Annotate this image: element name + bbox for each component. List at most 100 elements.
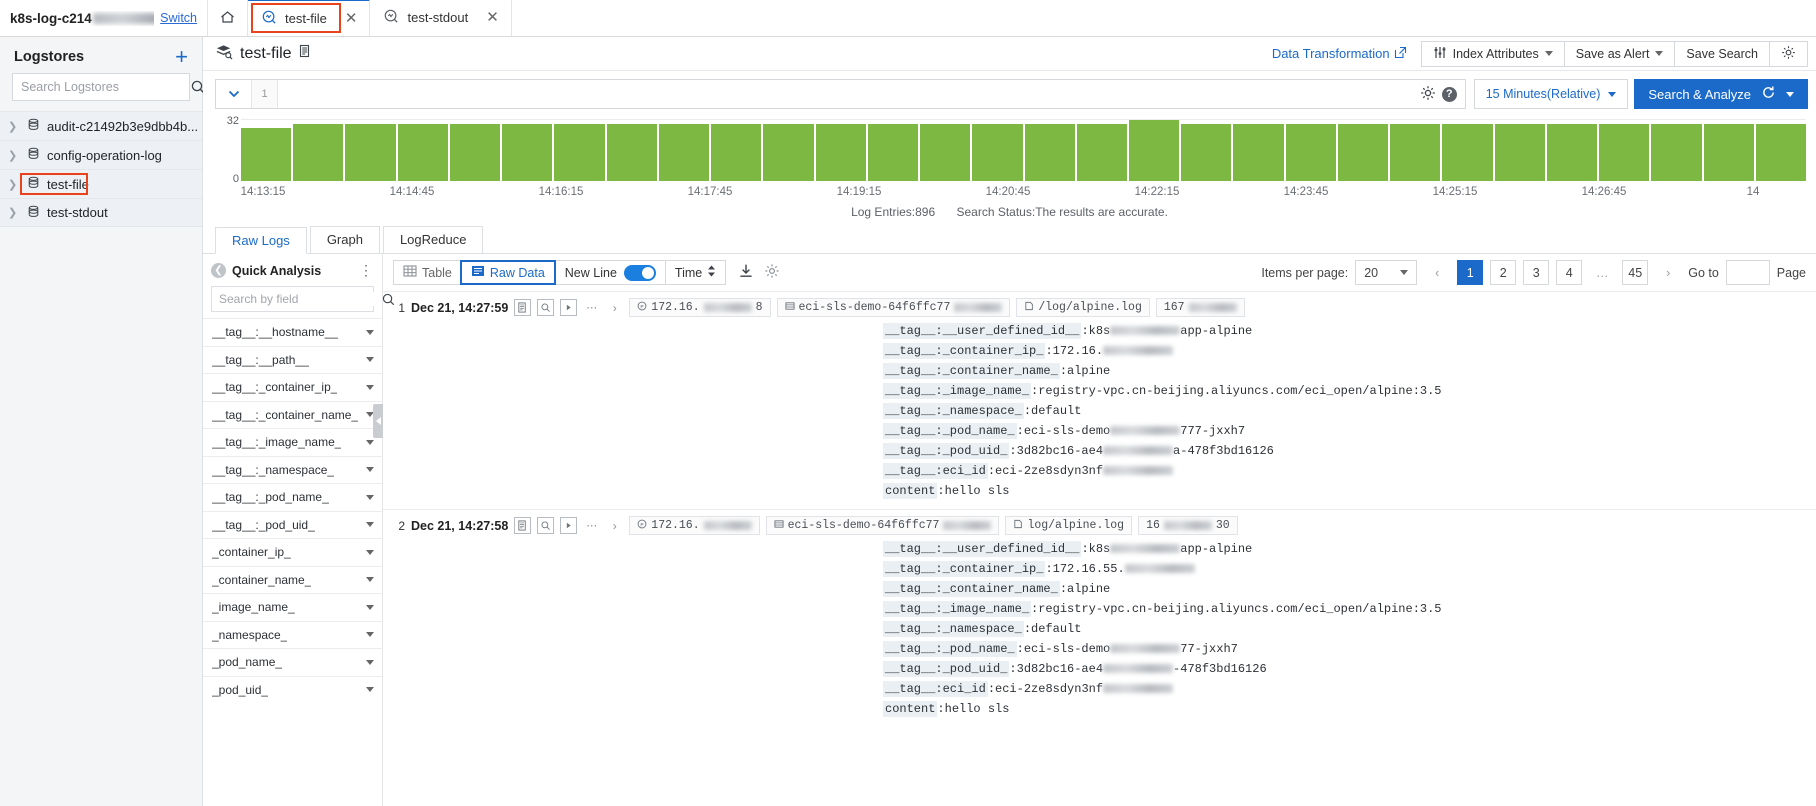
log-field-key[interactable]: content	[883, 700, 938, 717]
log-field-key[interactable]: __tag__:__user_defined_id__	[883, 322, 1082, 339]
query-input-area[interactable]	[278, 80, 1412, 108]
project-selector[interactable]: k8s-log-c214... Switch	[0, 0, 208, 36]
field-row[interactable]: __tag__:__path__	[203, 345, 382, 374]
chevron-right-icon[interactable]: ›	[606, 517, 624, 534]
save-search-button[interactable]: Save Search	[1675, 41, 1770, 66]
gear-icon[interactable]	[1420, 85, 1436, 104]
field-row[interactable]: __tag__:_container_name_	[203, 400, 382, 429]
bar-29[interactable]	[1755, 123, 1807, 181]
field-row[interactable]: _container_ip_	[203, 538, 382, 566]
query-expand-button[interactable]	[216, 80, 252, 108]
bar-27[interactable]	[1651, 123, 1702, 181]
items-per-page-select[interactable]: 20	[1355, 260, 1418, 285]
sidebar-item-audit[interactable]: ❯ audit-c21492b3e9dbb4b...	[0, 111, 202, 140]
refresh-icon[interactable]	[1761, 85, 1776, 103]
tab-test-file[interactable]: test-file ✕	[248, 0, 371, 36]
chevron-down-icon[interactable]	[366, 632, 374, 638]
search-icon[interactable]	[537, 299, 555, 316]
log-field-key[interactable]: __tag__:_pod_name_	[883, 640, 1017, 657]
bar-10[interactable]	[763, 123, 814, 181]
chevron-down-icon[interactable]	[366, 549, 374, 555]
log-entry-row[interactable]: 2 Dec 21, 14:27:58 ⋯ › P 172.16. eci-sls-demo-…	[383, 509, 1816, 727]
page-button-4[interactable]: 4	[1556, 260, 1583, 285]
field-row[interactable]: _container_name_	[203, 565, 382, 594]
search-by-field-input[interactable]	[212, 292, 381, 306]
bar-21[interactable]	[1337, 123, 1389, 181]
chevron-down-icon[interactable]	[1786, 91, 1794, 97]
bar-28[interactable]	[1703, 123, 1754, 181]
bar-7[interactable]	[606, 123, 657, 181]
chevron-right-icon[interactable]: ›	[606, 299, 624, 316]
bar-19[interactable]	[1233, 123, 1284, 181]
prev-page-button[interactable]: ‹	[1424, 260, 1451, 285]
data-transformation-link[interactable]: Data Transformation	[1272, 46, 1407, 62]
field-row[interactable]: __tag__:__hostname__	[203, 318, 382, 346]
chevron-down-icon[interactable]	[366, 577, 374, 583]
index-attributes-button[interactable]: Index Attributes	[1422, 41, 1565, 66]
bar-2[interactable]	[345, 123, 396, 181]
log-tag-pill[interactable]: log/alpine.log	[1005, 516, 1133, 535]
search-logstores-input[interactable]	[13, 74, 190, 100]
bar-6[interactable]	[554, 123, 605, 181]
home-button[interactable]	[208, 0, 248, 36]
copy-icon[interactable]	[514, 299, 532, 316]
bars-container[interactable]	[241, 119, 1807, 181]
chevron-down-icon[interactable]	[366, 357, 374, 363]
bar-18[interactable]	[1181, 123, 1232, 181]
table-view-button[interactable]: Table	[394, 261, 461, 284]
bar-24[interactable]	[1494, 123, 1545, 181]
chevron-down-icon[interactable]	[366, 467, 374, 473]
log-tag-pill[interactable]: P 172.16.	[629, 516, 760, 535]
log-field-key[interactable]: __tag__:_image_name_	[883, 600, 1032, 617]
search-icon[interactable]	[381, 286, 396, 312]
log-field-key[interactable]: __tag__:_container_ip_	[883, 342, 1046, 359]
bar-22[interactable]	[1390, 123, 1441, 181]
log-field-key[interactable]: content	[883, 482, 938, 499]
field-row[interactable]: __tag__:_container_ip_	[203, 373, 382, 401]
field-search[interactable]	[211, 286, 395, 312]
field-row[interactable]: _pod_uid_	[203, 675, 382, 704]
log-field-key[interactable]: __tag__:_container_name_	[883, 580, 1060, 597]
time-range-selector[interactable]: 15 Minutes(Relative)	[1473, 79, 1629, 109]
page-button-1[interactable]: 1	[1457, 260, 1484, 285]
bar-1[interactable]	[293, 123, 344, 181]
bar-17[interactable]	[1128, 120, 1180, 181]
play-icon[interactable]	[560, 517, 578, 534]
bar-5[interactable]	[502, 123, 553, 181]
bar-12[interactable]	[867, 123, 919, 181]
search-icon[interactable]	[537, 517, 555, 534]
raw-data-view-button[interactable]: Raw Data	[459, 260, 556, 285]
log-field-key[interactable]: __tag__:eci_id	[883, 680, 988, 697]
close-icon[interactable]: ✕	[345, 11, 358, 26]
chevron-down-icon[interactable]	[366, 522, 374, 528]
field-row[interactable]: __tag__:_pod_uid_	[203, 510, 382, 539]
tab-logreduce[interactable]: LogReduce	[382, 226, 484, 253]
chevron-down-icon[interactable]	[366, 384, 374, 390]
copy-icon[interactable]	[514, 517, 532, 534]
settings-button[interactable]	[1770, 42, 1807, 66]
chevron-down-icon[interactable]	[366, 439, 374, 445]
bar-15[interactable]	[1024, 123, 1075, 181]
log-field-key[interactable]: __tag__:_image_name_	[883, 382, 1032, 399]
bar-23[interactable]	[1442, 123, 1493, 181]
sidebar-item-config-operation-log[interactable]: ❯ config-operation-log	[0, 140, 202, 169]
gear-icon[interactable]	[764, 263, 780, 282]
save-as-alert-button[interactable]: Save as Alert	[1565, 41, 1676, 66]
log-list[interactable]: 1 Dec 21, 14:27:59 ⋯ › P 172.16. 8 eci-sls-demo…	[383, 291, 1816, 806]
bar-8[interactable]	[658, 123, 710, 181]
more-icon[interactable]: ⋯	[583, 299, 601, 316]
chevron-down-icon[interactable]	[366, 604, 374, 610]
log-tag-pill[interactable]: eci-sls-demo-64f6ffc77	[765, 516, 1000, 535]
log-field-key[interactable]: __tag__:__user_defined_id__	[883, 540, 1082, 557]
chevron-down-icon[interactable]	[366, 659, 374, 665]
question-mark-icon[interactable]: ?	[1441, 86, 1457, 102]
tab-graph[interactable]: Graph	[309, 226, 380, 253]
log-tag-pill[interactable]: 16 30	[1138, 516, 1238, 535]
bar-14[interactable]	[972, 123, 1023, 181]
download-icon[interactable]	[738, 263, 754, 282]
bar-3[interactable]	[397, 123, 448, 181]
field-row[interactable]: _image_name_	[203, 593, 382, 621]
bar-13[interactable]	[920, 123, 971, 181]
log-tag-pill[interactable]: eci-sls-demo-64f6ffc77	[776, 298, 1011, 317]
bar-11[interactable]	[815, 123, 866, 181]
